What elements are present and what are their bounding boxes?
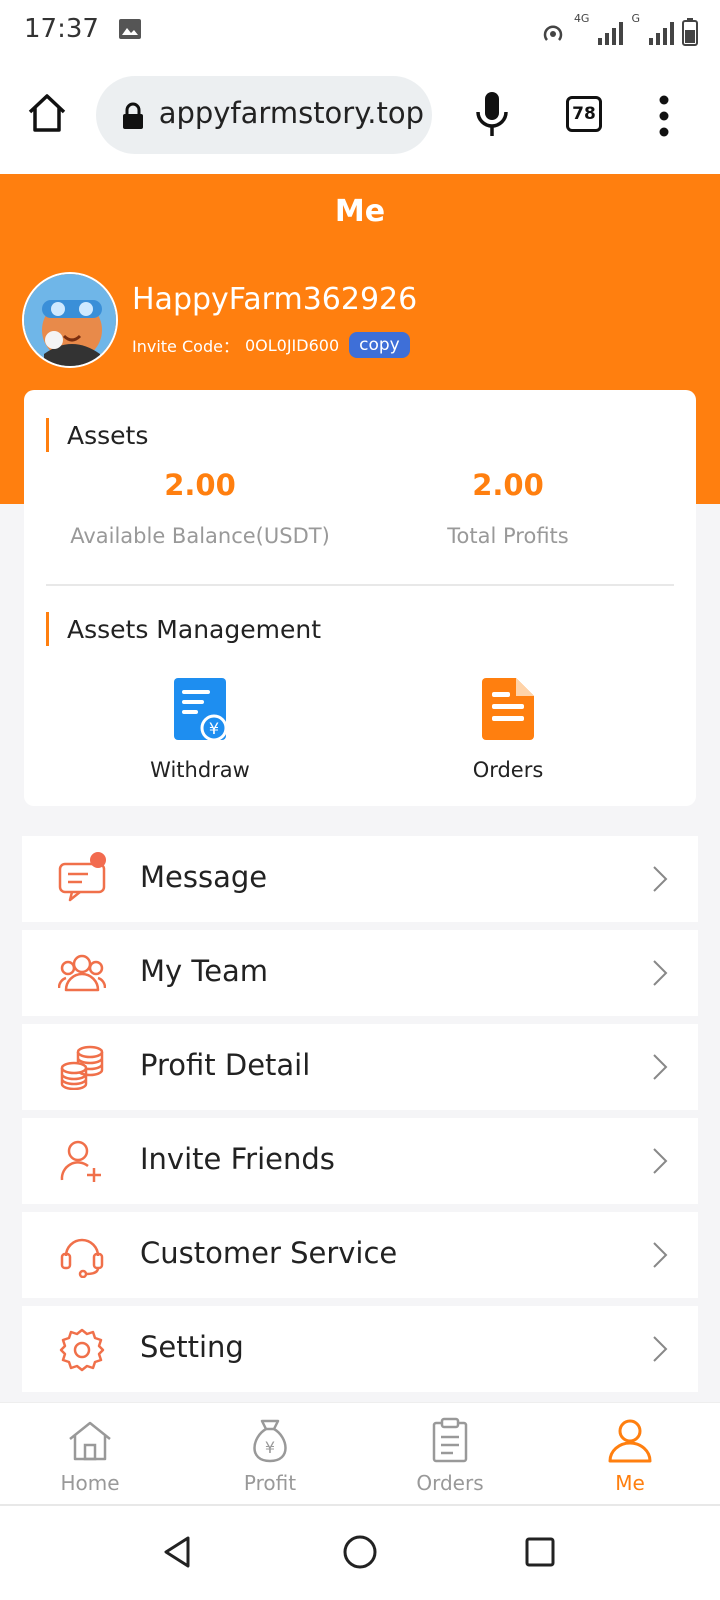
- coins-icon: [60, 1045, 104, 1090]
- chevron-right-icon: [653, 960, 668, 986]
- clipboard-icon: [432, 1417, 468, 1463]
- orders-label: Orders: [472, 758, 544, 782]
- divider: [46, 584, 674, 586]
- nav-label: Profit: [243, 1471, 297, 1495]
- status-time: 17:37: [24, 14, 99, 44]
- assets-management-header: Assets Management: [46, 612, 321, 646]
- total-profits-value: 2.00: [472, 468, 544, 502]
- nav-me[interactable]: Me: [540, 1403, 720, 1507]
- assets-card: Assets 2.00 Available Balance(USDT) 2.00…: [24, 390, 696, 806]
- nav-home[interactable]: Home: [0, 1403, 180, 1507]
- signal-icon: [598, 22, 624, 45]
- gear-icon: [59, 1328, 105, 1372]
- menu-label: Message: [140, 860, 268, 894]
- unread-badge: [90, 852, 106, 868]
- nav-label: Me: [615, 1471, 645, 1495]
- menu-item-my-team[interactable]: My Team: [22, 930, 698, 1016]
- home-circle-icon[interactable]: [340, 1532, 380, 1572]
- chevron-right-icon: [653, 1242, 668, 1268]
- menu-item-customer-service[interactable]: Customer Service: [22, 1212, 698, 1298]
- money-bag-icon: ¥: [253, 1419, 287, 1463]
- assets-title: Assets: [67, 420, 149, 450]
- menu-item-invite-friends[interactable]: Invite Friends: [22, 1118, 698, 1204]
- invite-code-row: Invite Code： 0OL0JID600 copy: [132, 332, 410, 358]
- signal-icon-2: [649, 22, 674, 45]
- nav-label: Home: [60, 1471, 120, 1495]
- address-bar[interactable]: appyfarmstory.top: [96, 76, 432, 154]
- network-4g-label: 4G: [573, 12, 590, 25]
- tab-switcher-button[interactable]: 78: [566, 96, 602, 132]
- microphone-icon[interactable]: [474, 90, 510, 140]
- bottom-navigation: Home ¥ Profit Orders Me: [0, 1402, 720, 1506]
- more-options-icon[interactable]: [652, 94, 676, 138]
- menu-item-profit-detail[interactable]: Profit Detail: [22, 1024, 698, 1110]
- avatar-image: [24, 274, 116, 366]
- menu-label: Profit Detail: [140, 1048, 311, 1082]
- nav-profit[interactable]: ¥ Profit: [180, 1403, 360, 1507]
- chevron-right-icon: [653, 1336, 668, 1362]
- withdraw-label: Withdraw: [150, 758, 250, 782]
- withdraw-button[interactable]: ¥ Withdraw: [100, 678, 300, 782]
- menu-label: Setting: [140, 1330, 244, 1364]
- avatar[interactable]: [22, 272, 118, 368]
- menu-item-message[interactable]: Message: [22, 836, 698, 922]
- username: HappyFarm362926: [132, 282, 418, 317]
- available-balance-stat: 2.00 Available Balance(USDT): [50, 468, 350, 548]
- menu-label: My Team: [140, 954, 269, 988]
- image-notification-icon: [119, 19, 141, 39]
- withdraw-icon: ¥: [174, 678, 228, 742]
- svg-text:¥: ¥: [209, 719, 219, 738]
- orders-icon: [482, 678, 534, 740]
- add-user-icon: [60, 1140, 101, 1182]
- section-accent-bar: [46, 612, 49, 646]
- chevron-right-icon: [653, 1054, 668, 1080]
- invite-code-value: 0OL0JID600: [244, 335, 340, 355]
- copy-button[interactable]: copy: [349, 332, 410, 358]
- browser-toolbar: appyfarmstory.top 78: [0, 62, 720, 174]
- status-bar: 17:37 4G G: [0, 0, 720, 62]
- total-profits-stat: 2.00 Total Profits: [358, 468, 658, 548]
- available-balance-value: 2.00: [164, 468, 236, 502]
- menu-label: Invite Friends: [140, 1142, 335, 1176]
- section-accent-bar: [46, 418, 49, 452]
- chevron-right-icon: [653, 1148, 668, 1174]
- system-navigation-bar: [0, 1506, 720, 1600]
- team-icon: [58, 954, 106, 992]
- home-icon: [69, 1421, 111, 1461]
- chevron-right-icon: [653, 866, 668, 892]
- total-profits-label: Total Profits: [447, 524, 569, 548]
- page-title: Me: [334, 194, 386, 229]
- status-icons: 4G G: [540, 12, 698, 46]
- menu-item-setting[interactable]: Setting: [22, 1306, 698, 1392]
- svg-text:¥: ¥: [265, 1438, 275, 1457]
- nav-orders[interactable]: Orders: [360, 1403, 540, 1507]
- menu-label: Customer Service: [140, 1236, 398, 1270]
- battery-icon: [682, 18, 698, 46]
- assets-section-header: Assets: [46, 418, 148, 452]
- recents-icon[interactable]: [520, 1532, 560, 1572]
- hotspot-icon: [543, 25, 563, 41]
- nav-label: Orders: [416, 1471, 484, 1495]
- invite-code-label: Invite Code：: [132, 337, 239, 356]
- network-g-label: G: [631, 12, 640, 25]
- browser-home-icon[interactable]: [26, 92, 68, 134]
- assets-management-title: Assets Management: [67, 614, 321, 644]
- user-icon: [608, 1419, 652, 1463]
- url-text: appyfarmstory.top: [160, 96, 424, 130]
- available-balance-label: Available Balance(USDT): [70, 524, 330, 548]
- back-icon[interactable]: [158, 1532, 198, 1572]
- orders-button[interactable]: Orders: [408, 678, 608, 782]
- headset-icon: [60, 1238, 104, 1278]
- lock-icon: [123, 102, 143, 129]
